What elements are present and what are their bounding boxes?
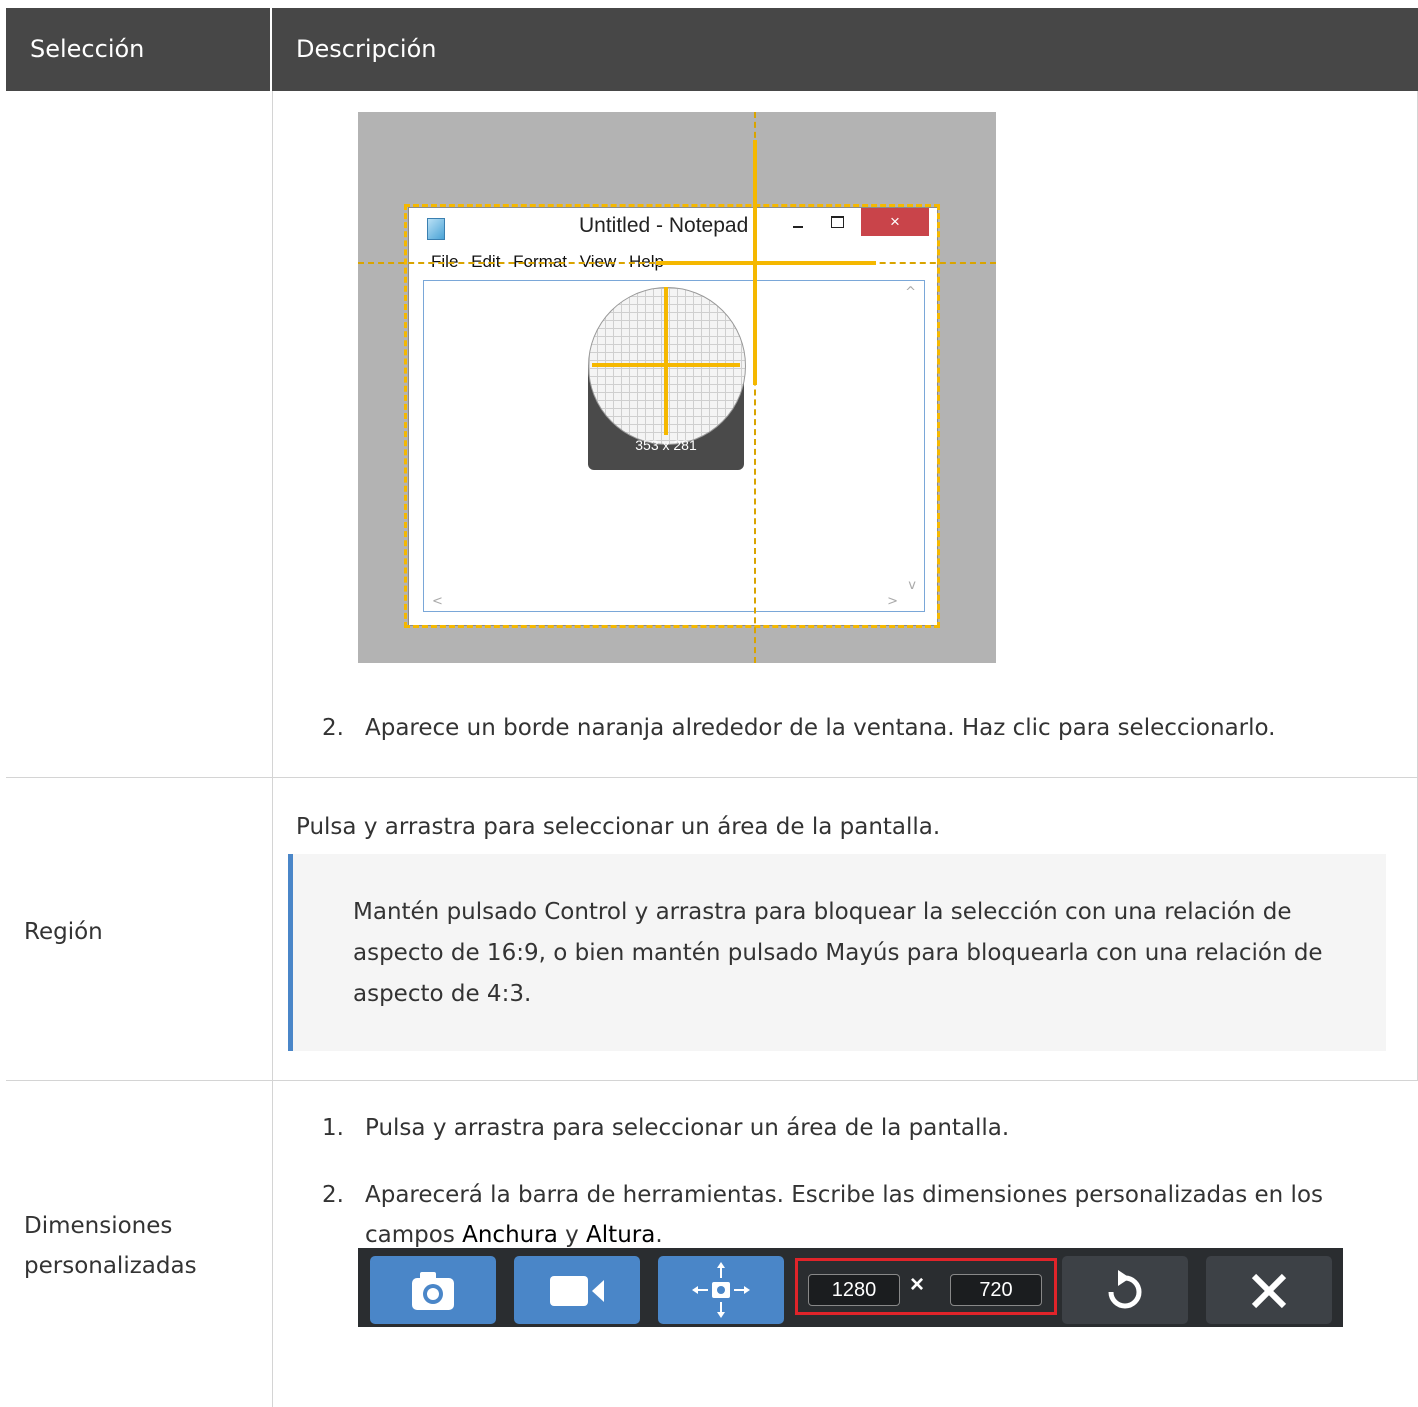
close-icon — [1251, 1273, 1287, 1309]
notepad-screenshot: Untitled - Notepad × File Edit Format Vi… — [358, 112, 996, 663]
tip-note: Mantén pulsado Control y arrastra para b… — [288, 854, 1386, 1051]
header-col-selection: Selección — [30, 35, 145, 63]
table-header: Selección Descripción — [6, 8, 1418, 91]
step-number: 2. — [322, 715, 344, 741]
row-label-custom-line2: personalizadas — [24, 1253, 197, 1279]
move-icon — [692, 1262, 750, 1318]
tip-note-text: Mantén pulsado Control y arrastra para b… — [353, 899, 1323, 1007]
column-divider — [272, 91, 273, 1407]
capture-video-button[interactable] — [514, 1256, 640, 1324]
width-input[interactable]: 1280 — [808, 1274, 900, 1306]
capture-toolbar: 1280 × 720 — [358, 1248, 1343, 1327]
width-keyword: Anchura — [462, 1222, 558, 1248]
cancel-button[interactable] — [1206, 1256, 1332, 1324]
step2-campos: campos — [365, 1222, 455, 1248]
crosshair-horizontal-highlight — [656, 261, 876, 265]
step2-text-line1: Aparecerá la barra de herramientas. Escr… — [365, 1182, 1324, 1208]
step2-number: 2. — [322, 1182, 344, 1208]
step2-and: y — [565, 1222, 579, 1248]
move-selection-button[interactable] — [658, 1256, 784, 1324]
step-text: Aparece un borde naranja alrededor de la… — [365, 715, 1276, 741]
restart-button[interactable] — [1062, 1256, 1188, 1324]
header-divider — [270, 8, 272, 91]
capture-image-button[interactable] — [370, 1256, 496, 1324]
dimensions-box: 1280 × 720 — [795, 1258, 1057, 1315]
step1-number: 1. — [322, 1115, 344, 1141]
row-divider — [6, 777, 1418, 778]
header-col-description: Descripción — [296, 35, 437, 63]
video-icon — [550, 1276, 604, 1306]
dimension-readout: 353 x 281 — [635, 437, 697, 453]
region-intro: Pulsa y arrastra para seleccionar un áre… — [296, 814, 941, 840]
magnifier: 353 x 281 — [588, 287, 746, 470]
height-keyword: Altura — [586, 1222, 656, 1248]
redo-icon — [1108, 1270, 1142, 1309]
row-label-custom-line1: Dimensiones — [24, 1213, 173, 1239]
row-label-region: Región — [24, 919, 103, 945]
times-icon: × — [910, 1271, 925, 1298]
row-divider — [6, 1080, 1418, 1081]
magnifier-crosshair-v — [664, 287, 668, 435]
step1-text: Pulsa y arrastra para seleccionar un áre… — [365, 1115, 1010, 1141]
step2-period: . — [655, 1222, 663, 1248]
height-input[interactable]: 720 — [950, 1274, 1042, 1306]
magnifier-crosshair-h — [592, 363, 740, 367]
camera-icon — [412, 1272, 454, 1310]
